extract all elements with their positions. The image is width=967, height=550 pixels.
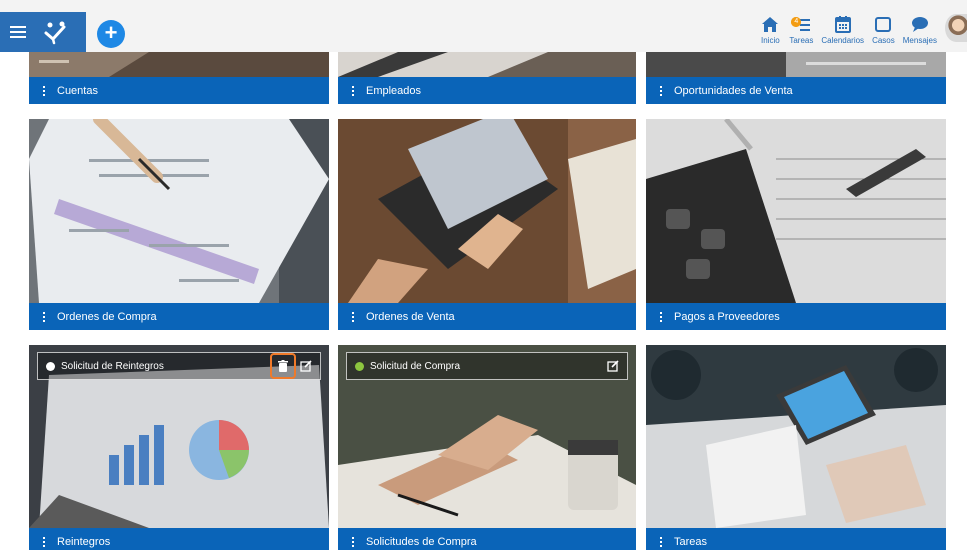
tile-title-bar[interactable]: Ordenes de Compra xyxy=(29,303,329,330)
tile-title: Solicitudes de Compra xyxy=(366,535,477,548)
tile-title-bar[interactable]: Solicitudes de Compra xyxy=(338,528,636,550)
tile-title: Ordenes de Compra xyxy=(57,310,157,323)
more-icon[interactable] xyxy=(654,85,668,96)
tile-image xyxy=(29,119,329,303)
tile-title-bar[interactable]: Ordenes de Venta xyxy=(338,303,636,330)
message-icon xyxy=(911,17,928,32)
tile-tareas[interactable]: Tareas xyxy=(646,345,946,550)
tile-solicitudes-compra[interactable]: Solicitud de Compra Solicitudes de Compr… xyxy=(338,345,636,550)
tiles-grid: Cuentas Empleados Oportunidades de Venta… xyxy=(29,52,946,550)
home-icon xyxy=(762,17,779,32)
trash-icon xyxy=(278,360,288,372)
nav-tareas[interactable]: 4 Tareas xyxy=(785,14,817,48)
tile-title-bar[interactable]: Tareas xyxy=(646,528,946,550)
nav-label: Tareas xyxy=(789,36,814,45)
tile-image xyxy=(338,52,636,77)
cases-icon xyxy=(875,17,892,32)
brand-block xyxy=(0,12,86,52)
nav-mensajes[interactable]: Mensajes xyxy=(899,14,941,48)
tile-title-bar[interactable]: Empleados xyxy=(338,77,636,104)
more-icon[interactable] xyxy=(37,536,51,547)
nav-casos[interactable]: Casos xyxy=(868,14,899,48)
delete-button[interactable] xyxy=(270,353,296,379)
nav-calendarios[interactable]: Calendarios xyxy=(817,14,868,48)
tile-title-bar[interactable]: Reintegros xyxy=(29,528,329,550)
add-button[interactable]: + xyxy=(97,20,125,48)
tile-image xyxy=(338,119,636,303)
top-bar: + Inicio 4 Tareas Calendarios Casos Mens… xyxy=(0,0,967,52)
tile-title: Pagos a Proveedores xyxy=(674,310,780,323)
overlay-title: Solicitud de Compra xyxy=(370,360,461,372)
status-dot xyxy=(46,361,55,371)
more-icon[interactable] xyxy=(654,536,668,547)
tile-oportunidades[interactable]: Oportunidades de Venta xyxy=(646,52,946,104)
tile-title: Ordenes de Venta xyxy=(366,310,455,323)
overlay-title: Solicitud de Reintegros xyxy=(61,360,164,372)
tile-ordenes-compra[interactable]: Ordenes de Compra xyxy=(29,119,329,330)
nav-label: Calendarios xyxy=(821,36,865,45)
tile-title-bar[interactable]: Cuentas xyxy=(29,77,329,104)
edit-button[interactable] xyxy=(298,358,314,374)
edit-icon xyxy=(607,360,619,372)
hamburger-icon[interactable] xyxy=(10,22,26,42)
tile-title: Empleados xyxy=(366,84,422,97)
tile-overlay: Solicitud de Reintegros xyxy=(37,352,321,380)
tile-reintegros[interactable]: Solicitud de Reintegros Reintegros xyxy=(29,345,329,550)
tile-title-bar[interactable]: Oportunidades de Venta xyxy=(646,77,946,104)
tile-ordenes-venta[interactable]: Ordenes de Venta xyxy=(338,119,636,330)
edit-button[interactable] xyxy=(605,358,621,374)
nav-label: Inicio xyxy=(761,36,780,45)
tile-cuentas[interactable]: Cuentas xyxy=(29,52,329,104)
tile-title-bar[interactable]: Pagos a Proveedores xyxy=(646,303,946,330)
tile-title: Reintegros xyxy=(57,535,111,548)
tile-title: Tareas xyxy=(674,535,708,548)
more-icon[interactable] xyxy=(346,85,360,96)
tile-empleados[interactable]: Empleados xyxy=(338,52,636,104)
tile-overlay: Solicitud de Compra xyxy=(346,352,628,380)
avatar[interactable] xyxy=(945,14,967,42)
tile-pagos-proveedores[interactable]: Pagos a Proveedores xyxy=(646,119,946,330)
more-icon[interactable] xyxy=(654,311,668,322)
more-icon[interactable] xyxy=(346,536,360,547)
nav-inicio[interactable]: Inicio xyxy=(755,14,785,48)
more-icon[interactable] xyxy=(37,311,51,322)
edit-icon xyxy=(300,360,312,372)
tile-title: Cuentas xyxy=(57,84,98,97)
tile-image xyxy=(646,345,946,528)
main-nav: Inicio 4 Tareas Calendarios Casos Mensaj… xyxy=(755,14,941,48)
nav-label: Casos xyxy=(872,36,895,45)
status-dot xyxy=(355,361,364,371)
tile-title: Oportunidades de Venta xyxy=(674,84,793,97)
logo-icon[interactable] xyxy=(40,19,70,45)
tile-image xyxy=(646,52,946,77)
tile-image xyxy=(646,119,946,303)
page: + Inicio 4 Tareas Calendarios Casos Mens… xyxy=(0,0,967,550)
more-icon[interactable] xyxy=(37,85,51,96)
more-icon[interactable] xyxy=(346,311,360,322)
calendar-icon xyxy=(834,16,851,33)
nav-label: Mensajes xyxy=(902,36,937,45)
tile-image xyxy=(29,52,329,77)
